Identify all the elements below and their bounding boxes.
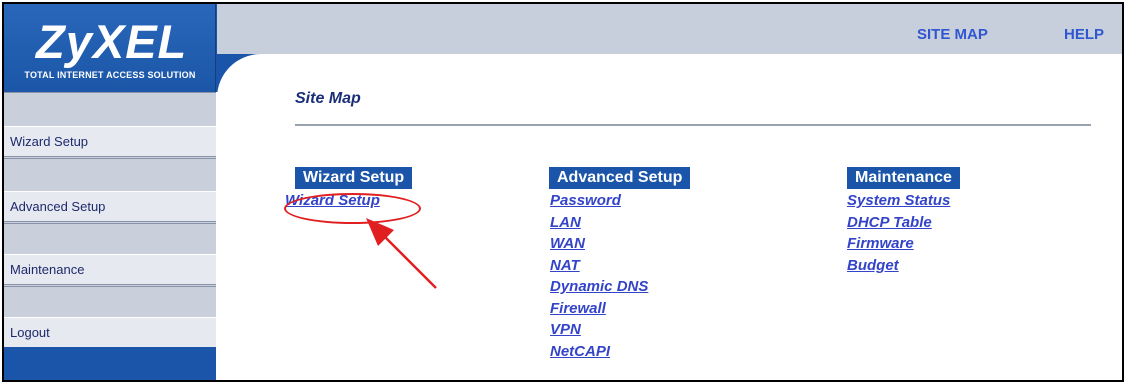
logo-panel: ZyXEL TOTAL INTERNET ACCESS SOLUTION (4, 4, 216, 92)
zyxel-logo: ZyXEL (36, 15, 188, 68)
red-arrow-icon (366, 218, 437, 289)
sidebar-item-logout[interactable]: Logout (4, 317, 216, 348)
title-divider (295, 124, 1091, 126)
link-budget[interactable]: Budget (847, 257, 950, 279)
link-firmware[interactable]: Firmware (847, 235, 950, 257)
link-wan[interactable]: WAN (550, 235, 648, 257)
maintenance-links: System Status DHCP Table Firmware Budget (847, 192, 950, 278)
sidebar-spacer (4, 158, 216, 189)
link-lan[interactable]: LAN (550, 214, 648, 236)
maintenance-header: Maintenance (847, 167, 960, 189)
browser-frame: ZyXEL TOTAL INTERNET ACCESS SOLUTION SIT… (2, 2, 1124, 382)
help-link[interactable]: HELP (1064, 26, 1104, 43)
sidebar-spacer (4, 92, 216, 124)
link-nat[interactable]: NAT (550, 257, 648, 279)
sidebar: Wizard Setup Advanced Setup Maintenance … (4, 92, 216, 380)
site-map-link[interactable]: SITE MAP (917, 26, 988, 43)
link-system-status[interactable]: System Status (847, 192, 950, 214)
sidebar-spacer (4, 223, 216, 254)
sidebar-item-maintenance[interactable]: Maintenance (4, 254, 216, 285)
advanced-setup-header: Advanced Setup (549, 167, 691, 189)
advanced-setup-links: Password LAN WAN NAT Dynamic DNS Firewal… (550, 192, 648, 364)
link-dynamic-dns[interactable]: Dynamic DNS (550, 278, 648, 300)
sidebar-spacer (4, 286, 216, 317)
link-vpn[interactable]: VPN (550, 321, 648, 343)
logo-tagline: TOTAL INTERNET ACCESS SOLUTION (24, 70, 196, 80)
sidebar-item-wizard-setup[interactable]: Wizard Setup (4, 126, 216, 157)
link-dhcp-table[interactable]: DHCP Table (847, 214, 950, 236)
sidebar-item-advanced-setup[interactable]: Advanced Setup (4, 191, 216, 222)
wizard-setup-header: Wizard Setup (295, 167, 413, 189)
link-firewall[interactable]: Firewall (550, 300, 648, 322)
link-password[interactable]: Password (550, 192, 648, 214)
page-title: Site Map (295, 90, 361, 107)
sidebar-footer (4, 347, 216, 380)
link-netcapi[interactable]: NetCAPI (550, 343, 648, 365)
